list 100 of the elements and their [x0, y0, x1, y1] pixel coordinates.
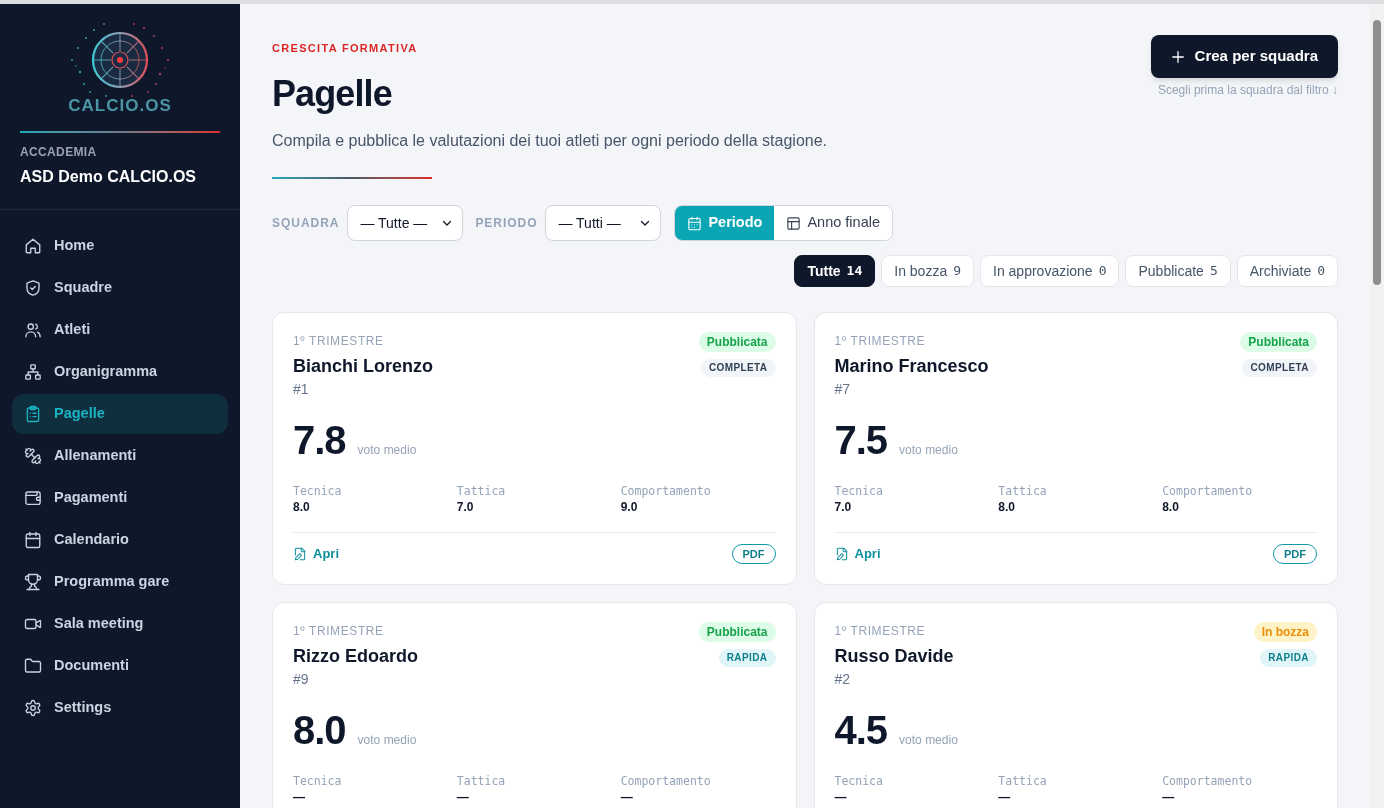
status-badge: In bozza — [1253, 622, 1317, 642]
metric-value: — — [834, 789, 847, 805]
dumbbell-icon — [24, 447, 42, 465]
org-chart-icon — [24, 363, 42, 381]
average-label: voto medio — [899, 732, 958, 749]
metric-value: — — [456, 789, 469, 805]
metric-label: Tattica — [998, 483, 1047, 499]
sidebar-item[interactable]: Sala meeting — [12, 604, 228, 644]
status-tab[interactable]: Pubblicate 5 — [1125, 255, 1231, 287]
status-badge: Pubblicata — [698, 332, 776, 352]
metric-label: Comportamento — [1162, 483, 1253, 499]
team-select[interactable]: — Tutte — — [347, 205, 464, 241]
file-pen-icon — [834, 547, 849, 561]
metric-label: Tecnica — [834, 483, 883, 499]
type-badge: COMPLETA — [1242, 359, 1317, 377]
trophy-icon — [24, 573, 42, 591]
metric-value: 8.0 — [293, 499, 310, 515]
player-name: Russo Davide — [834, 645, 954, 668]
metric-value: 9.0 — [620, 499, 638, 515]
type-badge: RAPIDA — [1260, 649, 1317, 667]
plus-icon — [1170, 49, 1185, 64]
metric-value: 7.0 — [456, 499, 474, 515]
metric-label: Tecnica — [293, 483, 342, 499]
home-icon — [24, 237, 42, 255]
sidebar-item[interactable]: Organigramma — [12, 352, 228, 392]
logo-text: CALCIO.OS — [68, 96, 172, 116]
sidebar-item[interactable]: Squadre — [12, 268, 228, 308]
player-name: Bianchi Lorenzo — [293, 355, 433, 378]
status-tab[interactable]: In bozza 9 — [881, 255, 974, 287]
clipboard-icon — [24, 405, 42, 423]
open-link[interactable]: Apri — [834, 544, 881, 564]
status-badge: Pubblicata — [1240, 332, 1317, 352]
metric-label: Comportamento — [1162, 773, 1253, 789]
section-eyebrow: CRESCITA FORMATIVA — [272, 41, 419, 56]
wallet-icon — [24, 489, 42, 507]
average-score: 7.5 — [834, 420, 888, 460]
metric-label: Comportamento — [620, 483, 711, 499]
metric-value: — — [1162, 789, 1175, 805]
sidebar-item[interactable]: Programma gare — [12, 562, 228, 602]
metric-value: 7.0 — [834, 499, 852, 515]
sidebar-item[interactable]: Settings — [12, 688, 228, 728]
table-icon — [786, 215, 802, 231]
shield-check-icon — [24, 279, 42, 297]
sidebar-item[interactable]: Atleti — [12, 310, 228, 350]
player-name: Marino Francesco — [834, 355, 989, 378]
metric-value: — — [620, 789, 633, 805]
filter-label: SQUADRA — [272, 215, 340, 232]
file-pen-icon — [293, 547, 307, 561]
metric-label: Tattica — [456, 483, 506, 499]
sidebar-item[interactable]: Calendario — [12, 520, 228, 560]
average-label: voto medio — [357, 442, 417, 459]
type-badge: RAPIDA — [718, 649, 776, 667]
sidebar-item[interactable]: Allenamenti — [12, 436, 228, 476]
metric-value: — — [998, 789, 1011, 805]
metric-value: — — [293, 789, 305, 805]
period-label: 1º TRIMESTRE — [834, 623, 927, 639]
average-score: 4.5 — [834, 710, 888, 750]
metric-label: Comportamento — [620, 773, 711, 789]
scrollbar-thumb[interactable] — [1373, 20, 1381, 285]
users-icon — [24, 321, 42, 339]
player-number: #7 — [834, 380, 852, 399]
metric-label: Tattica — [998, 773, 1047, 789]
status-tab[interactable]: Tutte 14 — [794, 255, 876, 287]
average-label: voto medio — [899, 442, 958, 459]
status-tab[interactable]: In approvazione 0 — [980, 255, 1120, 287]
player-name: Rizzo Edoardo — [293, 645, 418, 668]
org-name: ASD Demo CALCIO.OS — [20, 167, 197, 187]
period-label: 1º TRIMESTRE — [293, 623, 385, 639]
metric-value: 8.0 — [1162, 499, 1179, 515]
metric-label: Tattica — [456, 773, 506, 789]
open-link[interactable]: Apri — [293, 544, 339, 564]
sidebar-item[interactable]: Documenti — [12, 646, 228, 686]
sidebar-item[interactable]: Pagelle — [12, 394, 228, 434]
player-number: #1 — [293, 380, 310, 399]
player-number: #9 — [293, 670, 310, 689]
metric-label: Tecnica — [293, 773, 342, 789]
sidebar-item[interactable]: Pagamenti — [12, 478, 228, 518]
filter-label: PERIODO — [475, 215, 538, 232]
average-label: voto medio — [357, 732, 417, 749]
org-label: ACCADEMIA — [20, 144, 98, 160]
folder-icon — [24, 657, 42, 675]
calendar-icon — [24, 531, 42, 549]
settings-icon — [24, 699, 42, 717]
metric-value: 8.0 — [998, 499, 1015, 515]
status-badge: Pubblicata — [698, 622, 776, 642]
metric-label: Tecnica — [834, 773, 883, 789]
status-tab[interactable]: Archiviate 0 — [1236, 255, 1338, 287]
page-title: Pagelle — [272, 74, 393, 114]
average-score: 7.8 — [293, 420, 346, 460]
page-description: Compila e pubblica le valutazioni dei tuoi atleti per ogni periodo della stagione. — [272, 131, 828, 151]
period-select[interactable]: — Tutti — — [545, 205, 662, 241]
sidebar-item[interactable]: Home — [12, 226, 228, 266]
player-number: #2 — [834, 670, 852, 689]
average-score: 8.0 — [293, 710, 346, 750]
period-label: 1º TRIMESTRE — [293, 333, 385, 349]
type-badge: COMPLETA — [700, 359, 776, 377]
create-button[interactable]: Crea per squadra — [1150, 35, 1338, 78]
create-hint: Scegli prima la squadra dal filtro ↓ — [1157, 82, 1338, 98]
period-label: 1º TRIMESTRE — [834, 333, 927, 349]
calendar-icon — [687, 215, 703, 231]
